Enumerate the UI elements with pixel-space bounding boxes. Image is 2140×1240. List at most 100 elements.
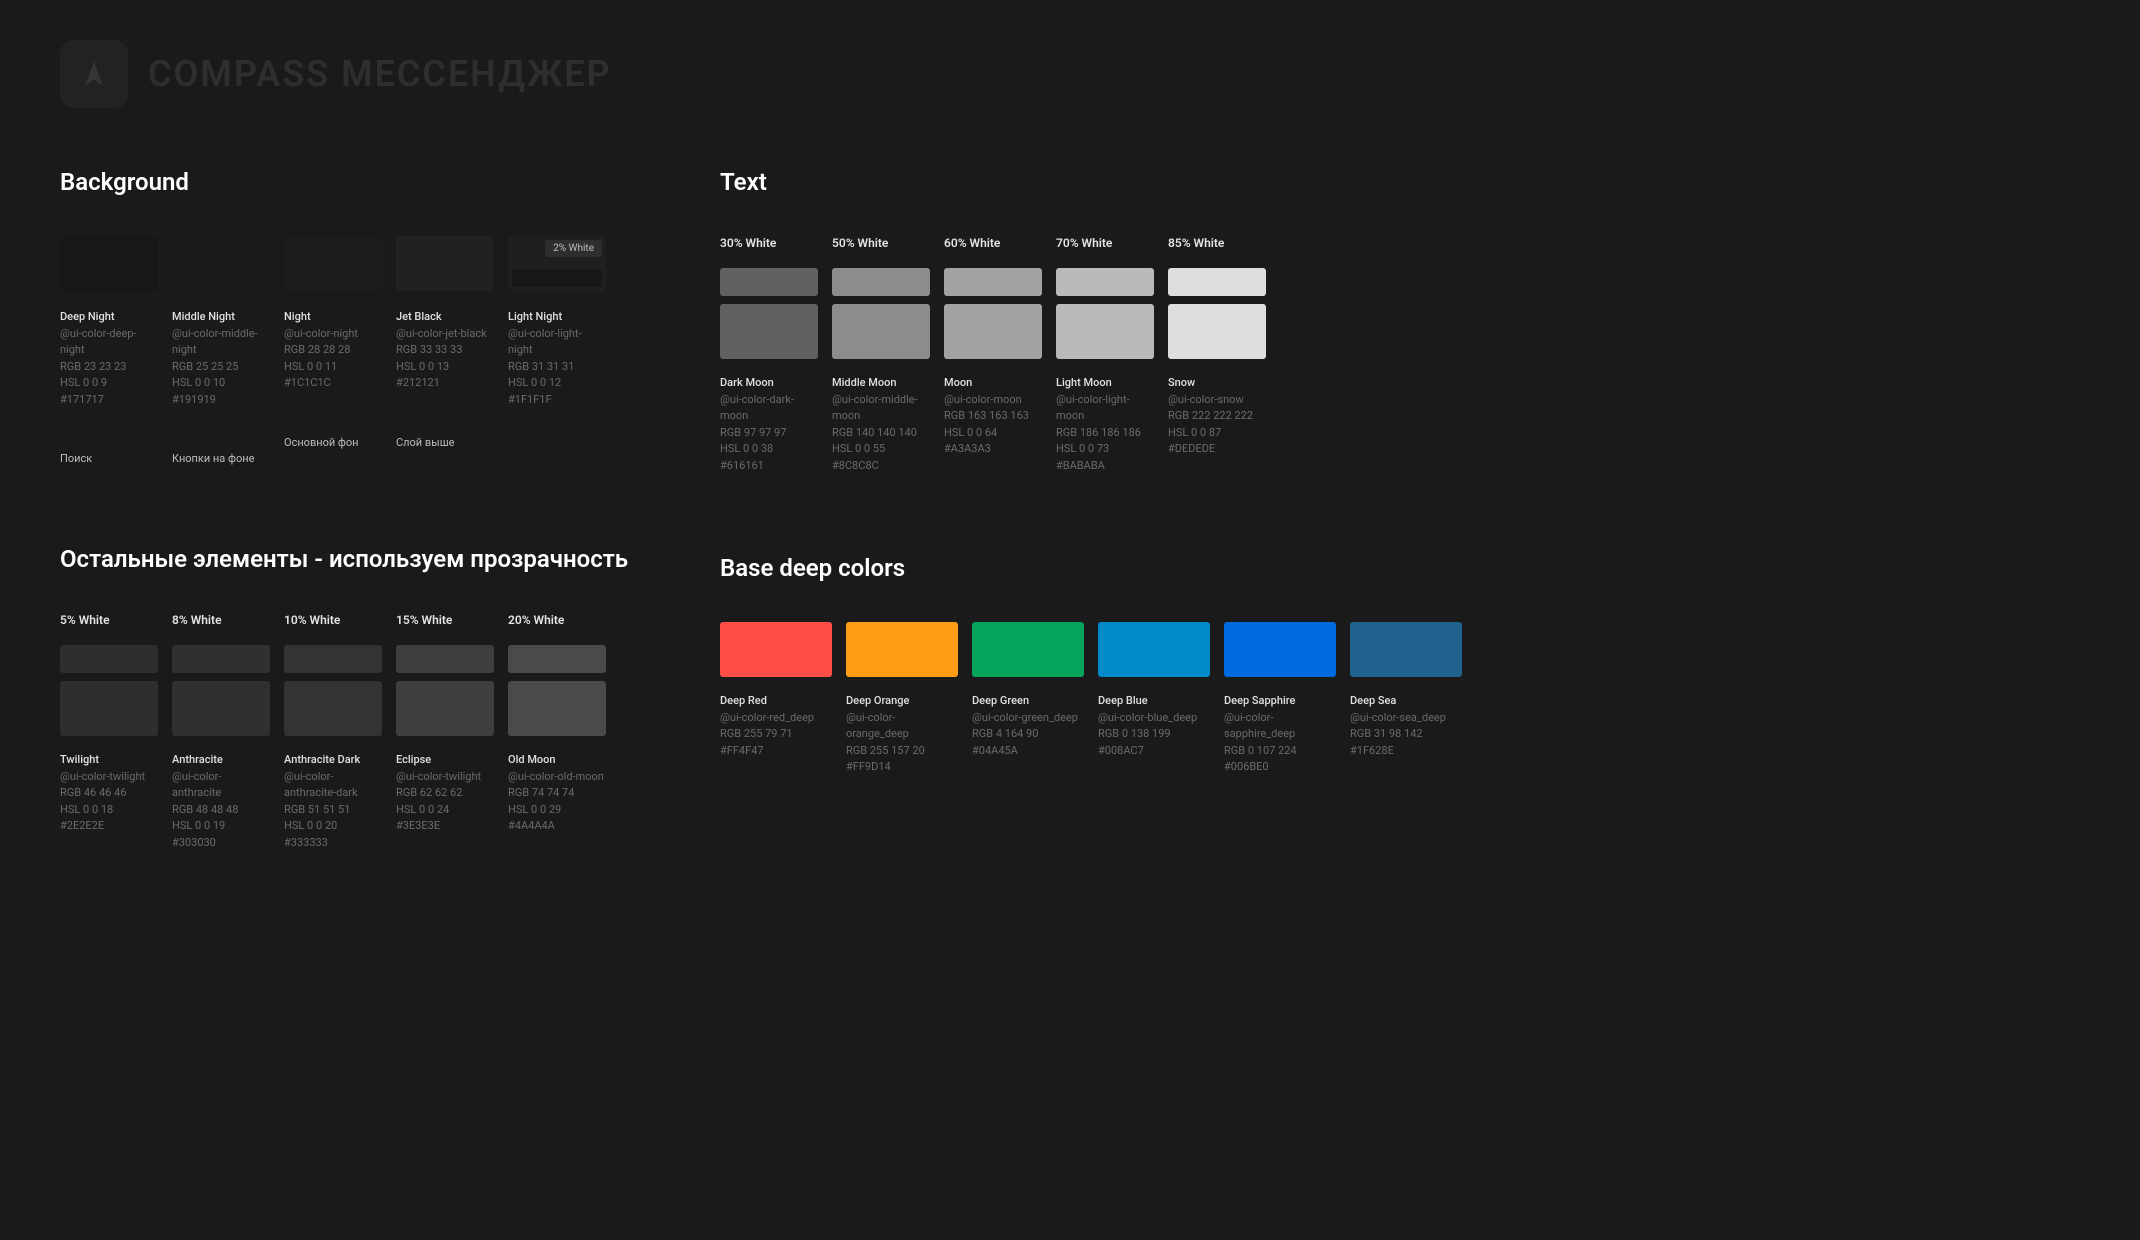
color-token: @ui-color-sapphire_deep — [1224, 710, 1336, 743]
swatch-meta: Jet Black@ui-color-jet-blackRGB 33 33 33… — [396, 309, 494, 392]
section-title-deep: Base deep colors — [720, 554, 2080, 582]
color-rgb: RGB 140 140 140 — [832, 425, 930, 442]
swatch-pair — [1168, 268, 1266, 359]
swatch-meta: Old Moon@ui-color-old-moonRGB 74 74 74HS… — [508, 752, 606, 835]
swatch-meta: Snow@ui-color-snowRGB 222 222 222HSL 0 0… — [1168, 375, 1266, 458]
color-token: @ui-color-sea_deep — [1350, 710, 1462, 727]
color-token: @ui-color-light-night — [508, 326, 606, 359]
color-swatch — [508, 681, 606, 736]
color-token: @ui-color-orange_deep — [846, 710, 958, 743]
color-hex: #FF4F47 — [720, 743, 832, 760]
opacity-label: 20% White — [508, 613, 606, 627]
color-name: Dark Moon — [720, 375, 818, 392]
swatch-item: 8% WhiteAnthracite@ui-color-anthraciteRG… — [172, 613, 270, 851]
color-swatch — [1350, 622, 1462, 677]
swatch-pair — [60, 645, 158, 736]
color-hsl: HSL 0 0 19 — [172, 818, 270, 835]
section-background: Background Deep Night@ui-color-deep-nigh… — [60, 168, 680, 465]
color-swatch — [60, 681, 158, 736]
color-name: Moon — [944, 375, 1042, 392]
swatch-meta: Deep Orange@ui-color-orange_deepRGB 255 … — [846, 693, 958, 776]
color-rgb: RGB 23 23 23 — [60, 359, 158, 376]
bg-swatch-item: Middle Night@ui-color-middle-nightRGB 25… — [172, 236, 270, 465]
color-swatch — [944, 268, 1042, 296]
swatch-meta: Middle Moon@ui-color-middle-moonRGB 140 … — [832, 375, 930, 474]
opacity-label: 5% White — [60, 613, 158, 627]
swatch-meta: Deep Blue@ui-color-blue_deepRGB 0 138 19… — [1098, 693, 1210, 759]
color-hsl: HSL 0 0 11 — [284, 359, 382, 376]
color-name: Deep Green — [972, 693, 1084, 710]
color-swatch: 2% White — [508, 236, 606, 291]
color-rgb: RGB 186 186 186 — [1056, 425, 1154, 442]
color-rgb: RGB 255 79 71 — [720, 726, 832, 743]
color-hex: #008AC7 — [1098, 743, 1210, 760]
color-hsl: HSL 0 0 9 — [60, 375, 158, 392]
swatch-meta: Night@ui-color-nightRGB 28 28 28HSL 0 0 … — [284, 309, 382, 392]
color-swatch — [172, 645, 270, 673]
color-rgb: RGB 255 157 20 — [846, 743, 958, 760]
color-name: Night — [284, 309, 382, 326]
color-swatch — [720, 622, 832, 677]
color-token: @ui-color-light-moon — [1056, 392, 1154, 425]
swatch-note: Основной фон — [284, 436, 382, 449]
color-hsl: HSL 0 0 73 — [1056, 441, 1154, 458]
opacity-badge: 2% White — [545, 240, 602, 257]
color-hsl: HSL 0 0 64 — [944, 425, 1042, 442]
opacity-label: 15% White — [396, 613, 494, 627]
color-swatch — [832, 304, 930, 359]
bg-swatch-item: 2% White Light Night@ui-color-light-night… — [508, 236, 606, 465]
brand-title: COMPASS МЕССЕНДЖЕР — [148, 53, 612, 95]
color-name: Anthracite Dark — [284, 752, 382, 769]
color-hsl: HSL 0 0 10 — [172, 375, 270, 392]
color-hex: #04A45A — [972, 743, 1084, 760]
deep-swatch-item: Deep Sapphire@ui-color-sapphire_deepRGB … — [1224, 622, 1336, 776]
color-hex: #FF9D14 — [846, 759, 958, 776]
color-hsl: HSL 0 0 20 — [284, 818, 382, 835]
brand-logo-icon — [60, 40, 128, 108]
color-swatch — [1056, 304, 1154, 359]
color-swatch — [720, 304, 818, 359]
color-hex: #1C1C1C — [284, 375, 382, 392]
deep-swatch-item: Deep Green@ui-color-green_deepRGB 4 164 … — [972, 622, 1084, 776]
color-rgb: RGB 97 97 97 — [720, 425, 818, 442]
color-hsl: HSL 0 0 18 — [60, 802, 158, 819]
color-swatch — [846, 622, 958, 677]
deep-swatch-item: Deep Red@ui-color-red_deepRGB 255 79 71#… — [720, 622, 832, 776]
color-swatch — [172, 681, 270, 736]
color-name: Old Moon — [508, 752, 606, 769]
color-token: @ui-color-blue_deep — [1098, 710, 1210, 727]
color-name: Jet Black — [396, 309, 494, 326]
opacity-label: 50% White — [832, 236, 930, 250]
color-hex: #4A4A4A — [508, 818, 606, 835]
color-rgb: RGB 0 138 199 — [1098, 726, 1210, 743]
opacity-label: 85% White — [1168, 236, 1266, 250]
swatch-meta: Light Night@ui-color-light-nightRGB 31 3… — [508, 309, 606, 408]
compass-arrow-icon — [77, 57, 111, 91]
color-hsl: HSL 0 0 24 — [396, 802, 494, 819]
color-hex: #A3A3A3 — [944, 441, 1042, 458]
color-rgb: RGB 48 48 48 — [172, 802, 270, 819]
swatch-meta: Moon@ui-color-moonRGB 163 163 163HSL 0 0… — [944, 375, 1042, 458]
color-swatch — [284, 681, 382, 736]
color-hex: #191919 — [172, 392, 270, 409]
color-token: @ui-color-middle-moon — [832, 392, 930, 425]
bg-swatch-item: Deep Night@ui-color-deep-nightRGB 23 23 … — [60, 236, 158, 465]
section-other: Остальные элементы - используем прозрачн… — [60, 545, 680, 851]
color-name: Deep Sapphire — [1224, 693, 1336, 710]
bg-swatch-item: Jet Black@ui-color-jet-blackRGB 33 33 33… — [396, 236, 494, 465]
swatch-meta: Middle Night@ui-color-middle-nightRGB 25… — [172, 309, 270, 408]
page-header: COMPASS МЕССЕНДЖЕР — [60, 40, 2080, 108]
opacity-label: 8% White — [172, 613, 270, 627]
bg-swatch-item: Night@ui-color-nightRGB 28 28 28HSL 0 0 … — [284, 236, 382, 465]
color-name: Middle Moon — [832, 375, 930, 392]
color-hex: #DEDEDE — [1168, 441, 1266, 458]
color-rgb: RGB 163 163 163 — [944, 408, 1042, 425]
opacity-label: 10% White — [284, 613, 382, 627]
color-rgb: RGB 0 107 224 — [1224, 743, 1336, 760]
color-hex: #171717 — [60, 392, 158, 409]
swatch-item: 15% WhiteEclipse@ui-color-twilightRGB 62… — [396, 613, 494, 851]
swatch-item: 70% WhiteLight Moon@ui-color-light-moonR… — [1056, 236, 1154, 474]
color-token: @ui-color-moon — [944, 392, 1042, 409]
color-hex: #212121 — [396, 375, 494, 392]
color-rgb: RGB 4 164 90 — [972, 726, 1084, 743]
